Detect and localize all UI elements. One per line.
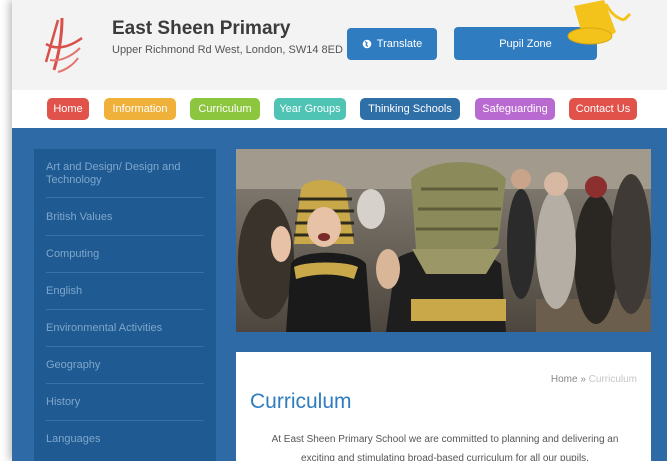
sidebar-item-geography[interactable]: Geography [46,359,204,372]
school-name[interactable]: East Sheen Primary [112,18,290,40]
school-logo-icon[interactable] [38,14,88,78]
breadcrumb-home-link[interactable]: Home [551,374,578,385]
nav-item-contact-us[interactable]: Contact Us [569,98,637,120]
hero-photo [236,149,651,332]
sidebar-divider [46,309,204,310]
site-header: East Sheen Primary Upper Richmond Rd Wes… [12,0,667,90]
nav-item-year-groups[interactable]: Year Groups [274,98,346,120]
nav-item-home[interactable]: Home [47,98,89,120]
page-title: Curriculum [250,390,352,413]
content-panel: Home » Curriculum Curriculum At East She… [236,352,651,461]
curriculum-sidebar: Art and Design/ Design and Technology Br… [34,149,216,461]
globe-icon [362,39,372,49]
pupil-zone-label: Pupil Zone [499,37,552,50]
sidebar-divider [46,420,204,421]
sidebar-item-art-design[interactable]: Art and Design/ Design and Technology [46,161,204,187]
nav-item-safeguarding[interactable]: Safeguarding [475,98,555,120]
sidebar-divider [46,383,204,384]
browser-page: East Sheen Primary Upper Richmond Rd Wes… [12,0,667,461]
breadcrumb: Home » Curriculum [551,374,637,385]
sidebar-item-computing[interactable]: Computing [46,248,204,261]
school-address: Upper Richmond Rd West, London, SW14 8ED [112,44,343,56]
sidebar-item-english[interactable]: English [46,285,204,298]
breadcrumb-current: Curriculum [588,374,637,385]
sidebar-divider [46,197,204,198]
sidebar-item-environmental-activities[interactable]: Environmental Activities [46,322,204,335]
main-nav: Home Information Curriculum Year Groups … [12,90,667,128]
intro-text: At East Sheen Primary School we are comm… [271,434,619,461]
nav-item-information[interactable]: Information [104,98,176,120]
main-area: Art and Design/ Design and Technology Br… [12,128,667,461]
sidebar-item-languages[interactable]: Languages [46,433,204,446]
sidebar-divider [46,346,204,347]
translate-label: Translate [376,38,423,50]
nav-item-curriculum[interactable]: Curriculum [190,98,260,120]
nav-item-thinking-schools[interactable]: Thinking Schools [360,98,460,120]
sidebar-item-history[interactable]: History [46,396,204,409]
sidebar-item-british-values[interactable]: British Values [46,211,204,224]
breadcrumb-separator: » [580,374,586,385]
graduation-hat-icon [567,0,632,45]
translate-button[interactable]: Translate [347,28,437,60]
sidebar-divider [46,272,204,273]
sidebar-divider [46,235,204,236]
